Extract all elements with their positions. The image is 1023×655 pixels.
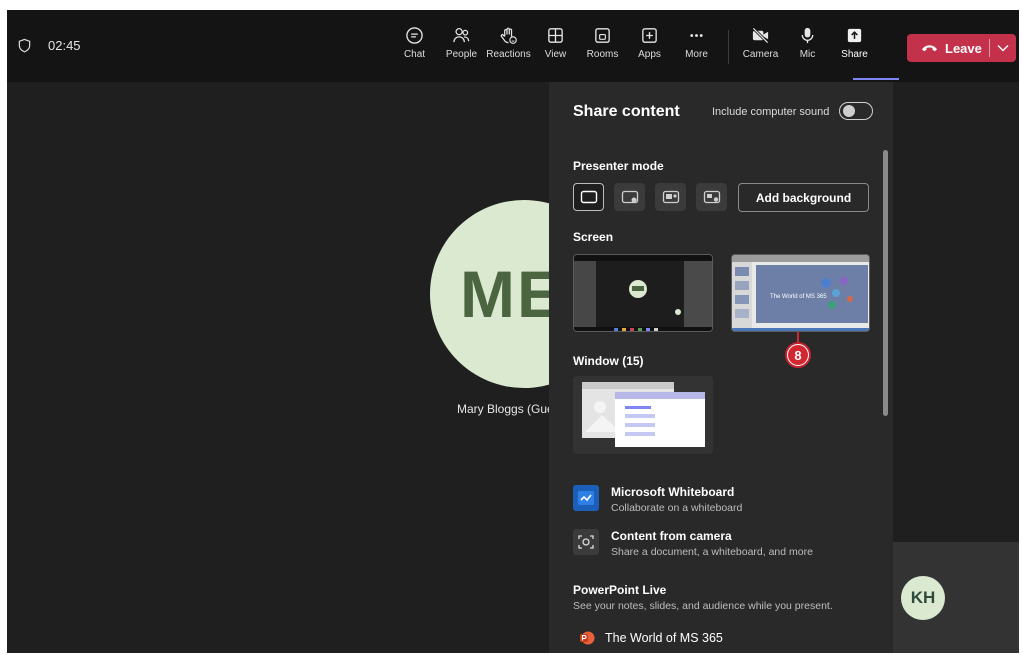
camera-button[interactable]: Camera: [737, 26, 784, 60]
camera-content-title: Content from camera: [611, 529, 732, 543]
meeting-timer: 02:45: [48, 38, 81, 53]
share-active-indicator: [853, 78, 899, 80]
include-sound-toggle[interactable]: [839, 102, 873, 120]
leave-options-button[interactable]: [990, 44, 1016, 52]
include-sound-label: Include computer sound: [712, 106, 830, 118]
mic-button[interactable]: Mic: [784, 26, 831, 60]
step-badge: 8: [785, 342, 811, 368]
share-label: Share: [841, 49, 868, 60]
toolbar-buttons: Chat People Reactions View Rooms Apps Mo…: [391, 26, 878, 64]
whiteboard-icon: [573, 485, 599, 511]
content-from-camera-option[interactable]: Content from camera Share a document, a …: [573, 529, 813, 558]
participant-name-main: Mary Bloggs (Gues: [457, 402, 560, 416]
presenter-mode-standout[interactable]: [614, 183, 645, 211]
window-preview: [573, 376, 713, 454]
reporter-icon: [703, 190, 720, 204]
powerpoint-live-subtitle: See your notes, slides, and audience whi…: [573, 600, 833, 612]
panel-scrollbar[interactable]: [883, 150, 888, 416]
screen-option-2[interactable]: The World of MS 365: [731, 254, 870, 332]
screen-2-preview: The World of MS 365: [732, 255, 869, 331]
view-label: View: [544, 49, 567, 60]
participant-initials-self: KH: [910, 588, 936, 607]
add-background-button[interactable]: Add background: [738, 183, 869, 212]
microphone-icon: [801, 27, 814, 44]
presenter-mode-content-only[interactable]: [573, 183, 604, 211]
leave-button-group: Leave: [907, 34, 1016, 62]
rooms-label: Rooms: [586, 49, 619, 60]
presenter-mode-options: [573, 183, 727, 211]
participant-tile-self[interactable]: KH: [893, 542, 1019, 653]
add-app-icon: [642, 28, 657, 43]
chat-button[interactable]: Chat: [391, 26, 438, 60]
meeting-toolbar: 02:45 Chat People Reactions View Rooms A…: [7, 10, 1019, 82]
whiteboard-option[interactable]: Microsoft Whiteboard Collaborate on a wh…: [573, 485, 742, 514]
camera-off-icon: [751, 26, 770, 45]
reactions-button[interactable]: Reactions: [485, 26, 532, 60]
share-tray-icon: [847, 28, 862, 43]
whiteboard-title: Microsoft Whiteboard: [611, 485, 735, 499]
shield-icon[interactable]: [17, 38, 32, 53]
grid-view-icon: [548, 28, 563, 43]
powerpoint-file-name: The World of MS 365: [605, 631, 723, 645]
rooms-icon: [595, 28, 610, 43]
step-badge-number: 8: [788, 345, 808, 365]
toggle-knob: [843, 105, 855, 117]
more-icon: [690, 34, 703, 37]
reactions-label: Reactions: [486, 49, 531, 60]
participant-initials-main: ME: [460, 257, 563, 331]
meeting-stage: 02:45 Chat People Reactions View Rooms A…: [7, 10, 1019, 653]
camera-content-subtitle: Share a document, a whiteboard, and more: [611, 546, 813, 558]
side-by-side-icon: [662, 190, 679, 204]
screen-option-1[interactable]: [573, 254, 713, 332]
raise-hand-icon: [500, 27, 517, 44]
presenter-mode-reporter[interactable]: [696, 183, 727, 211]
leave-label: Leave: [945, 40, 982, 56]
phone-hangup-icon: [921, 45, 938, 52]
screen-heading: Screen: [573, 230, 614, 244]
apps-button[interactable]: Apps: [626, 26, 673, 60]
toolbar-divider: [728, 30, 729, 64]
apps-label: Apps: [638, 49, 661, 60]
screen-2-slide-title: The World of MS 365: [770, 294, 827, 300]
screen-1-preview: [574, 255, 712, 331]
chat-icon: [406, 27, 423, 44]
view-button[interactable]: View: [532, 26, 579, 60]
share-content-panel: Share content Include computer sound Pre…: [549, 82, 893, 653]
people-label: People: [445, 49, 478, 60]
people-button[interactable]: People: [438, 26, 485, 60]
powerpoint-live-heading: PowerPoint Live: [573, 583, 667, 597]
mic-label: Mic: [799, 49, 816, 60]
powerpoint-file-item[interactable]: The World of MS 365: [579, 630, 723, 646]
share-panel-title: Share content: [573, 103, 680, 120]
people-icon: [453, 28, 470, 43]
camera-label: Camera: [742, 49, 779, 60]
share-button[interactable]: Share: [831, 26, 878, 60]
standout-icon: [621, 190, 638, 204]
meeting-info: 02:45: [17, 38, 81, 53]
more-button[interactable]: More: [673, 26, 720, 60]
participant-avatar-self: KH: [901, 576, 945, 620]
presenter-mode-heading: Presenter mode: [573, 159, 664, 173]
window-option[interactable]: [573, 376, 713, 454]
presenter-mode-side-by-side[interactable]: [655, 183, 686, 211]
chat-label: Chat: [403, 49, 426, 60]
camera-content-icon: [573, 529, 599, 555]
leave-button[interactable]: Leave: [907, 34, 989, 62]
app-frame: 02:45 Chat People Reactions View Rooms A…: [0, 0, 1023, 655]
chevron-down-icon: [997, 45, 1009, 52]
rooms-button[interactable]: Rooms: [579, 26, 626, 60]
whiteboard-subtitle: Collaborate on a whiteboard: [611, 502, 743, 514]
more-label: More: [685, 49, 708, 60]
window-heading: Window (15): [573, 354, 644, 368]
content-only-icon: [580, 190, 597, 204]
powerpoint-file-icon: [580, 631, 595, 645]
